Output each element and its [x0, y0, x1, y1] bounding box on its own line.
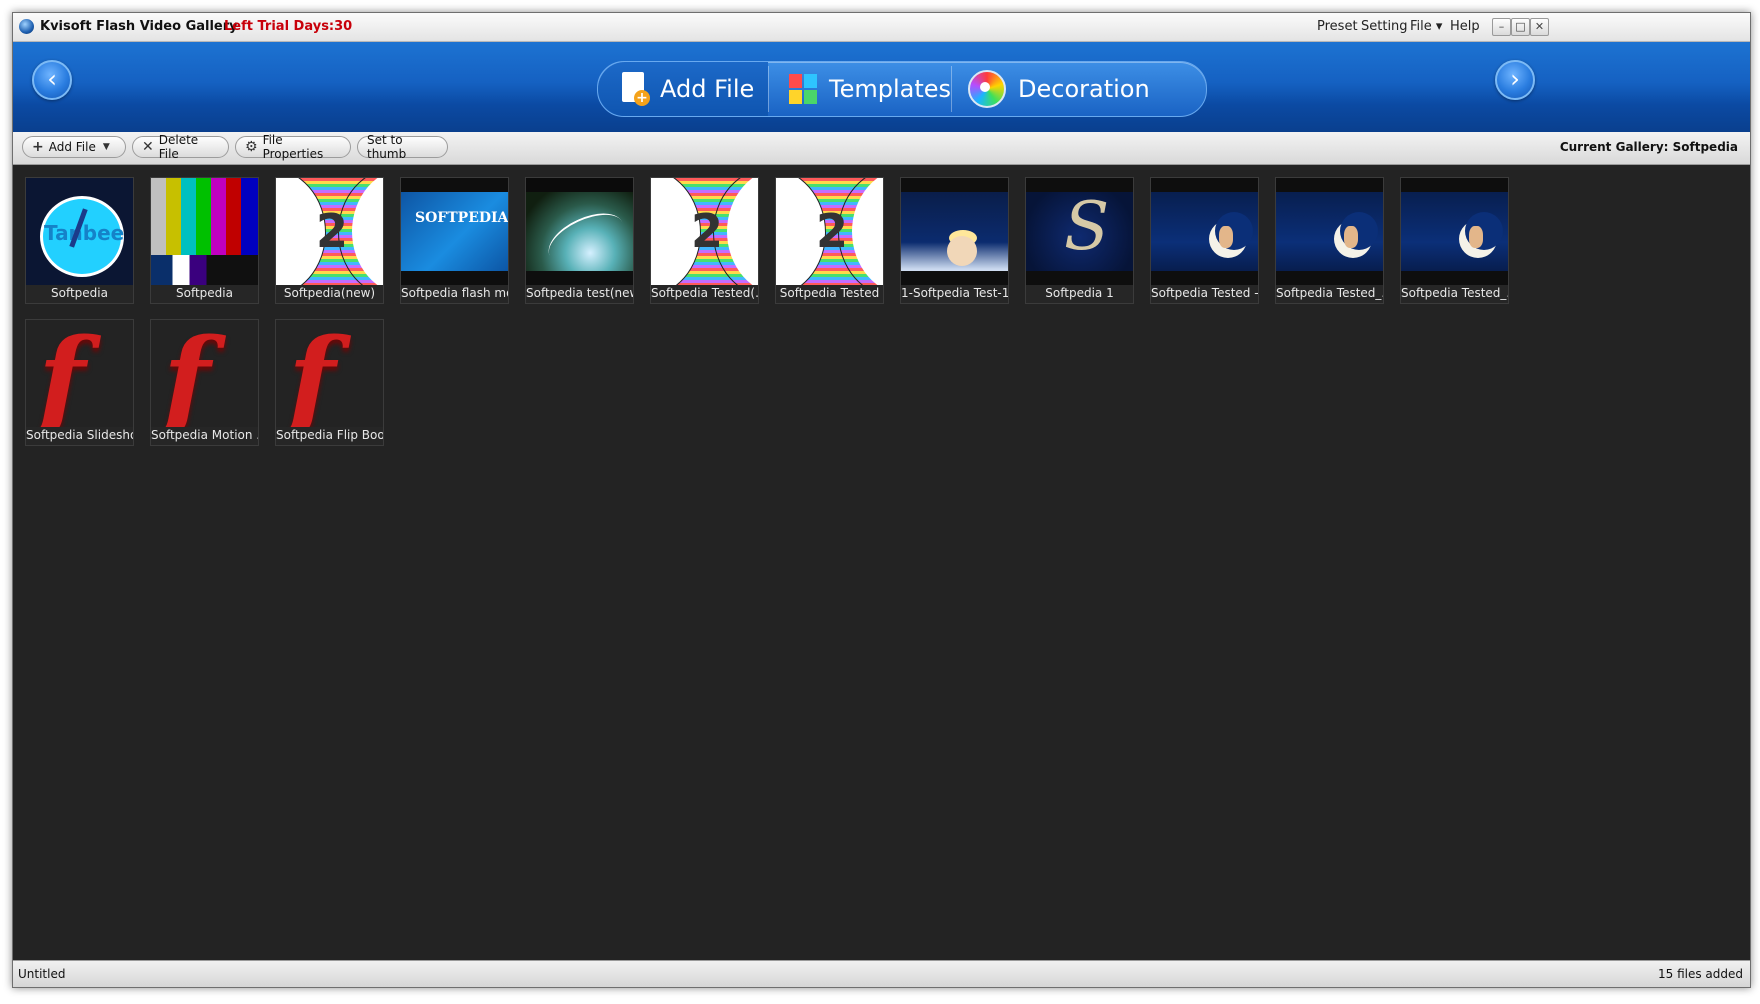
- previous-step-button[interactable]: ‹: [32, 60, 72, 100]
- file-name: Softpedia: [51, 286, 108, 300]
- templates-icon: [789, 74, 817, 104]
- main-tabs: + Add File Templates Decoration: [597, 61, 1207, 117]
- file-properties-button-label: File Properties: [262, 133, 324, 161]
- file-thumbnail: 2: [651, 178, 758, 285]
- maximize-button[interactable]: □: [1511, 18, 1530, 36]
- app-title: Kvisoft Flash Video Gallery: [40, 19, 238, 34]
- file-tile[interactable]: Softpedia Tested_...: [1275, 177, 1384, 304]
- file-name: Softpedia Tested: [779, 286, 880, 300]
- file-tile[interactable]: 2 Softpedia Tested(...: [650, 177, 759, 304]
- file-thumbnail: 2: [276, 178, 383, 285]
- app-window: Kvisoft Flash Video Gallery Left Trial D…: [12, 12, 1751, 988]
- file-tile[interactable]: Softpedia: [150, 177, 259, 304]
- add-file-button-label: Add File: [48, 140, 96, 154]
- add-file-icon: +: [620, 72, 650, 106]
- file-name: Softpedia Flip Book: [276, 428, 383, 442]
- file-toolbar: + Add File ▼ ✕ Delete File ⚙ File Proper…: [13, 132, 1750, 165]
- file-tile[interactable]: S Softpedia 1: [1025, 177, 1134, 304]
- file-tile[interactable]: Softpedia Tested_...: [1400, 177, 1509, 304]
- next-step-button[interactable]: ›: [1495, 60, 1535, 100]
- file-name: Softpedia Tested_...: [1276, 286, 1383, 300]
- close-button[interactable]: ✕: [1530, 18, 1549, 36]
- file-name: Softpedia Tested -...: [1151, 286, 1258, 300]
- file-gallery-grid: Tanbee Softpedia Softpedia 2 Softpedia(n…: [13, 165, 1750, 855]
- file-properties-button[interactable]: ⚙ File Properties: [235, 133, 351, 161]
- file-thumbnail: [1401, 178, 1508, 285]
- menu-preset[interactable]: Preset: [1317, 19, 1358, 34]
- file-tile[interactable]: 2 Softpedia Tested: [775, 177, 884, 304]
- file-tile[interactable]: SOFTPEDIA™ Softpedia flash mo...: [400, 177, 509, 304]
- file-name: Softpedia Motion ...: [151, 428, 258, 442]
- app-logo-icon: [19, 19, 34, 34]
- file-thumbnail: [901, 178, 1008, 285]
- file-name: Softpedia test(new): [526, 286, 633, 300]
- delete-file-button-label: Delete File: [158, 133, 199, 161]
- file-tile[interactable]: f Softpedia Slideshow: [25, 319, 134, 446]
- file-count: 15 files added: [1657, 967, 1743, 981]
- file-name: Softpedia(new): [283, 286, 376, 300]
- menu-file[interactable]: File ▾: [1410, 19, 1442, 34]
- main-header: ‹ + Add File Templates Decoration ›: [13, 42, 1750, 132]
- menu-help[interactable]: Help: [1450, 19, 1480, 34]
- file-name: Softpedia 1: [1045, 286, 1114, 300]
- file-tile[interactable]: f Softpedia Flip Book: [275, 319, 384, 446]
- file-tile[interactable]: Tanbee Softpedia: [25, 177, 134, 304]
- chevron-down-icon[interactable]: ▼: [103, 142, 110, 152]
- plus-icon: +: [32, 139, 44, 155]
- file-tile[interactable]: 1-Softpedia Test-1: [900, 177, 1009, 304]
- decoration-icon: [968, 70, 1006, 108]
- delete-file-button[interactable]: ✕ Delete File: [132, 133, 229, 161]
- gear-icon: ⚙: [245, 139, 258, 155]
- file-tile[interactable]: 2 Softpedia(new): [275, 177, 384, 304]
- file-thumbnail: SOFTPEDIA™: [401, 178, 508, 285]
- file-thumbnail: 2: [776, 178, 883, 285]
- tab-decoration[interactable]: Decoration: [952, 62, 1206, 116]
- file-thumbnail: Tanbee: [26, 178, 133, 285]
- file-thumbnail: [1276, 178, 1383, 285]
- file-name: Softpedia: [176, 286, 233, 300]
- file-thumbnail: [151, 178, 258, 285]
- file-name: Softpedia Slideshow: [26, 428, 133, 442]
- file-thumbnail: S: [1026, 178, 1133, 285]
- add-file-button[interactable]: + Add File ▼: [22, 136, 126, 158]
- status-bar: Untitled 15 files added: [13, 960, 1750, 987]
- flash-logo-icon: f: [151, 320, 258, 427]
- trial-days-label: Left Trial Days:30: [224, 19, 353, 34]
- file-thumbnail: [1151, 178, 1258, 285]
- flash-logo-icon: f: [26, 320, 133, 427]
- file-name: Softpedia Tested(...: [651, 286, 758, 300]
- menu-setting[interactable]: Setting: [1361, 19, 1408, 34]
- tab-templates-label: Templates: [828, 75, 951, 103]
- file-thumbnail: [526, 178, 633, 285]
- tab-decoration-label: Decoration: [1018, 75, 1150, 103]
- file-name: Softpedia flash mo...: [401, 286, 508, 300]
- file-name: Softpedia Tested_...: [1401, 286, 1508, 300]
- title-bar: Kvisoft Flash Video Gallery Left Trial D…: [13, 13, 1750, 42]
- file-name: 1-Softpedia Test-1: [901, 286, 1008, 300]
- file-tile[interactable]: f Softpedia Motion ...: [150, 319, 259, 446]
- tab-add-file[interactable]: + Add File: [598, 62, 768, 116]
- file-tile[interactable]: Softpedia Tested -...: [1150, 177, 1259, 304]
- file-tile[interactable]: Softpedia test(new): [525, 177, 634, 304]
- delete-icon: ✕: [142, 139, 154, 155]
- tab-templates[interactable]: Templates: [769, 62, 951, 116]
- project-name: Untitled: [18, 967, 66, 981]
- minimize-button[interactable]: –: [1492, 18, 1511, 36]
- current-gallery-label: Current Gallery: Softpedia: [1559, 140, 1738, 154]
- set-to-thumb-button[interactable]: Set to thumb: [357, 133, 448, 161]
- flash-logo-icon: f: [276, 320, 383, 427]
- tab-add-file-label: Add File: [660, 75, 755, 103]
- set-to-thumb-button-label: Set to thumb: [367, 133, 407, 161]
